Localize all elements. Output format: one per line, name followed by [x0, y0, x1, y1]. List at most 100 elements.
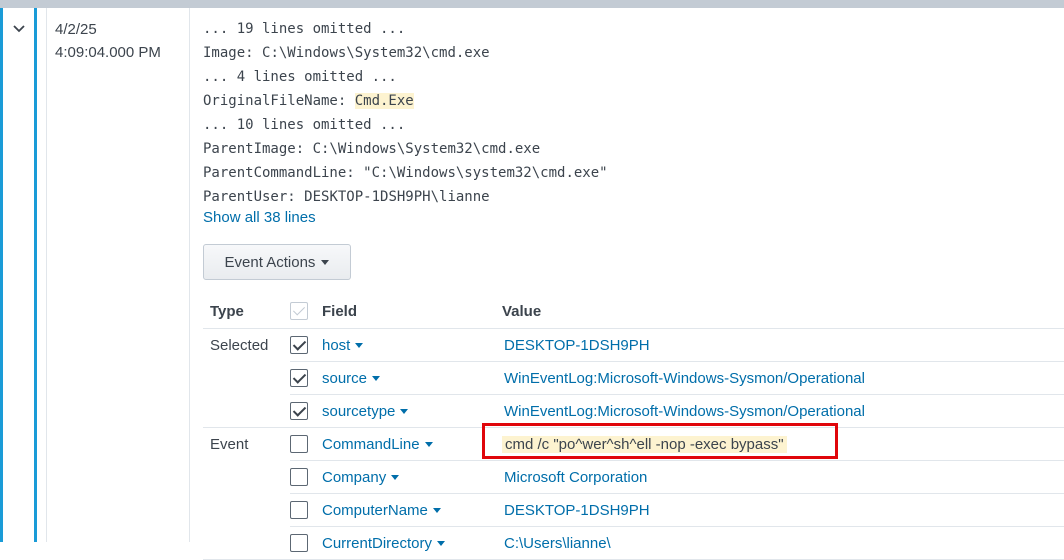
- field-checkbox-cell: [290, 493, 322, 527]
- highlight-annotation-box: [482, 423, 838, 459]
- field-name-cell: CurrentDirectory: [322, 526, 502, 560]
- field-name-label: source: [322, 369, 368, 387]
- raw-event-line: ParentImage: C:\Windows\System32\cmd.exe: [203, 137, 608, 161]
- caret-down-icon: [391, 475, 400, 481]
- field-type-cell: Selected: [210, 336, 269, 354]
- field-value-link[interactable]: Microsoft Corporation: [502, 469, 647, 486]
- select-all-checkbox[interactable]: [290, 302, 308, 321]
- field-select-checkbox[interactable]: [290, 402, 308, 421]
- raw-event-line: OriginalFileName: Cmd.Exe: [203, 89, 608, 113]
- caret-down-icon: [400, 409, 409, 415]
- field-value-link[interactable]: DESKTOP-1DSH9PH: [502, 337, 650, 354]
- event-date: 4/2/25: [55, 21, 97, 38]
- caret-down-icon: [432, 508, 441, 514]
- field-select-checkbox[interactable]: [290, 501, 308, 520]
- field-select-checkbox[interactable]: [290, 369, 308, 388]
- field-name-label: sourcetype: [322, 402, 396, 420]
- event-time: 4:09:04.000 PM: [55, 44, 161, 61]
- field-row: Company Microsoft Corporation: [203, 460, 1064, 494]
- field-name-dropdown[interactable]: source: [322, 369, 381, 387]
- field-name-dropdown[interactable]: host: [322, 336, 364, 354]
- raw-field-key: ParentCommandLine:: [203, 165, 364, 181]
- field-name-dropdown[interactable]: CommandLine: [322, 436, 433, 453]
- caret-down-icon: [372, 376, 381, 382]
- field-name-dropdown[interactable]: CurrentDirectory: [322, 534, 446, 552]
- raw-highlighted-value[interactable]: Cmd.Exe: [354, 93, 414, 109]
- field-value-cell: C:\Users\lianne\: [502, 526, 1064, 560]
- fields-table-header: Type Field Value: [203, 294, 1064, 329]
- field-value-link[interactable]: WinEventLog:Microsoft-Windows-Sysmon/Ope…: [502, 370, 865, 387]
- field-name-label: host: [322, 336, 351, 354]
- table-header-bar: [0, 0, 1064, 8]
- field-name-cell: CommandLine: [322, 427, 502, 461]
- raw-field-key: ParentImage:: [203, 141, 313, 157]
- field-value-cell: DESKTOP-1DSH9PH: [502, 493, 1064, 527]
- caret-down-icon: [355, 343, 364, 349]
- expand-toggle-column[interactable]: [0, 8, 37, 542]
- raw-field-key: Image:: [203, 45, 263, 61]
- raw-field-value: C:\Windows\System32\cmd.exe: [312, 141, 541, 157]
- chevron-down-icon[interactable]: [12, 22, 26, 36]
- raw-event-text: ... 19 lines omitted ... Image: C:\Window…: [203, 17, 608, 209]
- field-value-link[interactable]: WinEventLog:Microsoft-Windows-Sysmon/Ope…: [502, 403, 865, 420]
- field-value-link[interactable]: DESKTOP-1DSH9PH: [502, 502, 650, 519]
- field-type-cell: [203, 394, 290, 428]
- field-row: ComputerName DESKTOP-1DSH9PH: [203, 493, 1064, 527]
- field-name-cell: source: [322, 361, 502, 395]
- field-checkbox-cell: [290, 460, 322, 494]
- field-value-link[interactable]: C:\Users\lianne\: [502, 535, 611, 552]
- field-select-checkbox[interactable]: [290, 468, 308, 487]
- field-name-dropdown[interactable]: sourcetype: [322, 402, 409, 420]
- field-value-cell: Microsoft Corporation: [502, 460, 1064, 494]
- raw-field-key: OriginalFileName:: [203, 93, 355, 109]
- field-name-cell: host: [322, 328, 502, 362]
- field-type-cell: [203, 362, 290, 395]
- show-all-lines-link[interactable]: Show all 38 lines: [203, 209, 316, 226]
- column-divider: [189, 8, 190, 542]
- field-type-cell: [203, 526, 290, 560]
- type-column-header: Type: [203, 294, 290, 329]
- field-select-checkbox[interactable]: [290, 534, 308, 553]
- field-checkbox-cell: [290, 328, 322, 362]
- field-type-cell: [203, 461, 290, 494]
- field-column-header: Field: [322, 294, 502, 329]
- field-row: CurrentDirectory C:\Users\lianne\: [203, 526, 1064, 560]
- field-name-cell: Company: [322, 460, 502, 494]
- field-name-label: ComputerName: [322, 501, 428, 519]
- field-name-cell: ComputerName: [322, 493, 502, 527]
- field-checkbox-cell: [290, 427, 322, 461]
- raw-field-value: ... 19 lines omitted ...: [203, 21, 406, 37]
- field-checkbox-cell: [290, 526, 322, 560]
- field-row: source WinEventLog:Microsoft-Windows-Sysm…: [203, 361, 1064, 395]
- field-type-cell: [203, 494, 290, 527]
- raw-event-line: ... 4 lines omitted ...: [203, 65, 608, 89]
- raw-event-line: Image: C:\Windows\System32\cmd.exe: [203, 41, 608, 65]
- field-name-label: CommandLine: [322, 435, 420, 453]
- field-name-dropdown[interactable]: Company: [322, 468, 400, 486]
- field-name-label: Company: [322, 468, 387, 486]
- field-name-label: CurrentDirectory: [322, 534, 433, 552]
- raw-event-line: ... 19 lines omitted ...: [203, 17, 608, 41]
- raw-event-line: ParentCommandLine: "C:\Windows\system32\…: [203, 161, 608, 185]
- field-value-cell: DESKTOP-1DSH9PH: [502, 328, 1064, 362]
- raw-field-value: ... 4 lines omitted ...: [203, 69, 397, 85]
- event-actions-button[interactable]: Event Actions: [203, 244, 351, 280]
- caret-down-icon: [424, 442, 433, 448]
- field-checkbox-cell: [290, 361, 322, 395]
- field-select-checkbox[interactable]: [290, 336, 308, 355]
- field-name-cell: sourcetype: [322, 394, 502, 428]
- raw-field-key: ParentUser:: [203, 189, 305, 205]
- raw-field-value: C:\Windows\System32\cmd.exe: [262, 45, 490, 61]
- raw-event-line: ParentUser: DESKTOP-1DSH9PH\lianne: [203, 185, 608, 209]
- field-select-checkbox[interactable]: [290, 435, 308, 454]
- select-all-checkbox-cell: [290, 294, 322, 329]
- raw-field-value: DESKTOP-1DSH9PH\lianne: [304, 189, 490, 205]
- caret-down-icon: [321, 259, 330, 265]
- field-checkbox-cell: [290, 394, 322, 428]
- field-value-cell: WinEventLog:Microsoft-Windows-Sysmon/Ope…: [502, 361, 1064, 395]
- raw-field-value: ... 10 lines omitted ...: [203, 117, 406, 133]
- field-type-cell: Event: [210, 435, 249, 453]
- value-column-header: Value: [502, 294, 1064, 329]
- event-actions-label: Event Actions: [224, 253, 316, 271]
- field-name-dropdown[interactable]: ComputerName: [322, 502, 441, 519]
